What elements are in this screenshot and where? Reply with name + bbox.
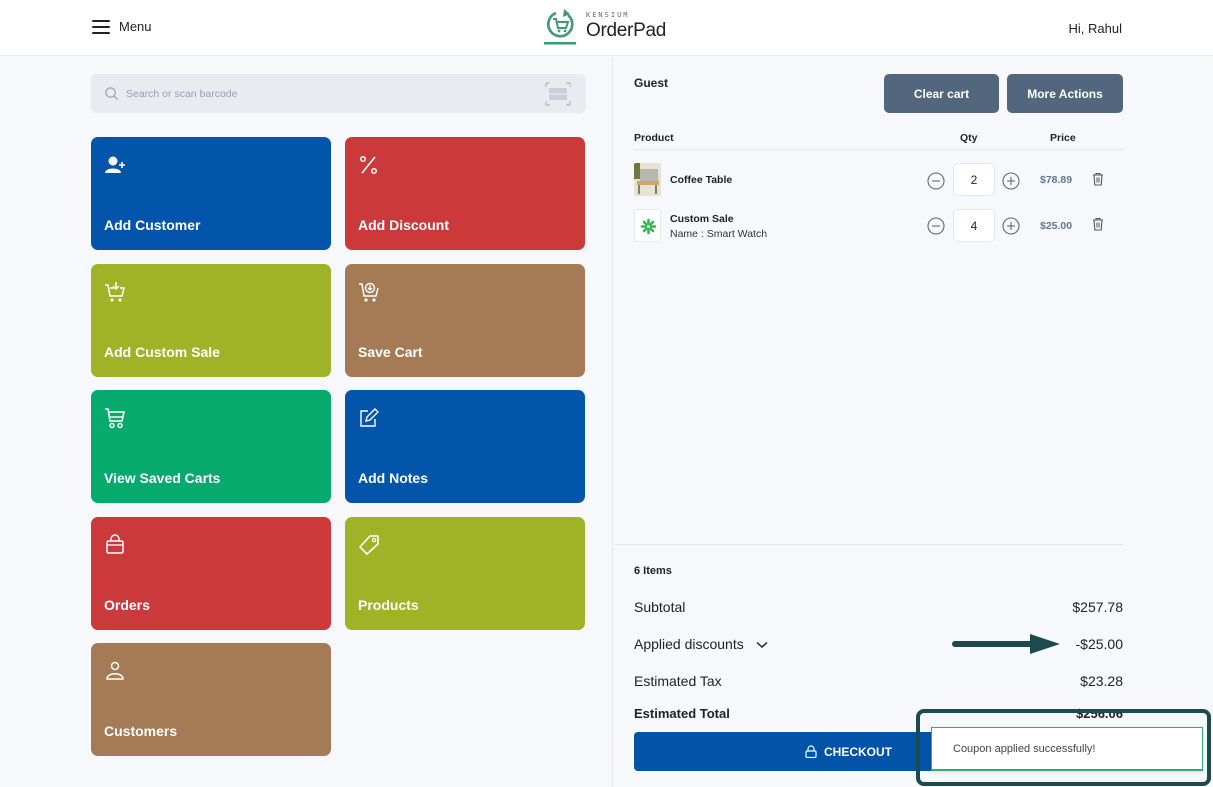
annotation-arrow-icon	[952, 634, 1060, 654]
lock-icon	[805, 745, 817, 758]
tile-label: View Saved Carts	[104, 470, 221, 486]
checkout-label: CHECKOUT	[824, 744, 892, 759]
tax-value: $23.28	[1080, 673, 1123, 689]
tile-add-custom-sale[interactable]: Add Custom Sale	[91, 264, 331, 377]
menu-button[interactable]: Menu	[92, 19, 152, 34]
tile-label: Orders	[104, 597, 150, 613]
item-price: $78.89	[1040, 174, 1073, 186]
increase-qty-icon[interactable]	[1002, 172, 1020, 190]
barcode-scan-icon[interactable]	[545, 82, 571, 106]
search-bar[interactable]	[91, 74, 586, 113]
toast-notification: Coupon applied successfully!	[931, 727, 1203, 771]
brand-name: OrderPad	[586, 20, 666, 41]
tile-label: Add Notes	[358, 470, 428, 486]
search-input[interactable]	[126, 87, 526, 100]
brand-logo: KENSIUM OrderPad	[542, 6, 666, 46]
hamburger-icon	[92, 19, 110, 34]
tile-add-notes[interactable]: Add Notes	[345, 390, 585, 503]
search-icon	[105, 87, 119, 101]
tile-add-discount[interactable]: Add Discount	[345, 137, 585, 250]
tile-add-customer[interactable]: Add Customer	[91, 137, 331, 250]
edit-note-icon	[360, 408, 379, 427]
tile-label: Save Cart	[358, 344, 423, 360]
cart-refresh-logo-icon	[544, 9, 576, 45]
column-header-price: Price	[1050, 132, 1076, 144]
user-icon	[106, 661, 124, 680]
cart-row: Coffee Table $78.89	[634, 163, 1123, 199]
summary-divider	[614, 544, 1123, 545]
tile-label: Customers	[104, 723, 178, 739]
cart-customer-name[interactable]: Guest	[634, 76, 668, 90]
product-name: Coffee Table	[670, 174, 733, 186]
tile-orders[interactable]: Orders	[91, 517, 331, 630]
tile-view-saved-carts[interactable]: View Saved Carts	[91, 390, 331, 503]
tile-label: Products	[358, 597, 419, 613]
qty-input[interactable]	[953, 163, 995, 196]
chevron-down-icon[interactable]	[756, 641, 768, 649]
tax-label: Estimated Tax	[634, 673, 722, 689]
item-price: $25.00	[1040, 220, 1073, 232]
more-actions-button[interactable]: More Actions	[1007, 74, 1123, 113]
tile-label: Add Discount	[358, 217, 449, 233]
tile-customers[interactable]: Customers	[91, 643, 331, 756]
tile-label: Add Customer	[104, 217, 201, 233]
applied-discounts-row[interactable]: Applied discounts	[634, 636, 768, 652]
cart-icon	[105, 408, 125, 429]
discount-value: -$25.00	[1075, 636, 1123, 652]
custom-sale-logo	[634, 209, 661, 242]
column-header-qty: Qty	[960, 132, 978, 144]
header-divider	[634, 149, 1123, 150]
trash-icon[interactable]	[1091, 172, 1105, 186]
decrease-qty-icon[interactable]	[927, 217, 945, 235]
actions-panel: Add Customer Add Discount Add Custom Sal…	[0, 57, 613, 787]
user-greeting[interactable]: Hi, Rahul	[1069, 21, 1122, 36]
product-subtitle: Name : Smart Watch	[670, 228, 768, 240]
coffee-table-image	[634, 163, 661, 196]
subtotal-label: Subtotal	[634, 599, 686, 615]
items-count: 6 Items	[634, 565, 672, 577]
column-header-product: Product	[634, 132, 674, 144]
percent-icon	[359, 155, 378, 175]
cart-panel: Guest Clear cart More Actions Product Qt…	[614, 57, 1213, 787]
cart-download-icon	[105, 282, 125, 302]
shopping-bag-icon	[106, 534, 124, 554]
tile-products[interactable]: Products	[345, 517, 585, 630]
decrease-qty-icon[interactable]	[927, 172, 945, 190]
app-header: Menu KENSIUM OrderPad Hi, Rahul	[0, 0, 1213, 56]
toast-message: Coupon applied successfully!	[953, 742, 1096, 755]
menu-label: Menu	[119, 19, 152, 34]
qty-input[interactable]	[953, 209, 995, 242]
brand-small-text: KENSIUM	[586, 11, 630, 19]
tile-label: Add Custom Sale	[104, 344, 220, 360]
cart-save-icon	[359, 282, 379, 302]
total-label: Estimated Total	[634, 706, 730, 721]
add-user-icon	[105, 156, 125, 173]
clear-cart-button[interactable]: Clear cart	[884, 74, 999, 113]
trash-icon[interactable]	[1091, 217, 1105, 231]
cart-row: Custom Sale Name : Smart Watch $25.00	[634, 209, 1123, 245]
increase-qty-icon[interactable]	[1002, 217, 1020, 235]
tile-save-cart[interactable]: Save Cart	[345, 264, 585, 377]
subtotal-value: $257.78	[1072, 599, 1123, 615]
applied-discounts-label: Applied discounts	[634, 636, 744, 652]
tag-icon	[359, 535, 379, 555]
product-name: Custom Sale	[670, 213, 734, 225]
